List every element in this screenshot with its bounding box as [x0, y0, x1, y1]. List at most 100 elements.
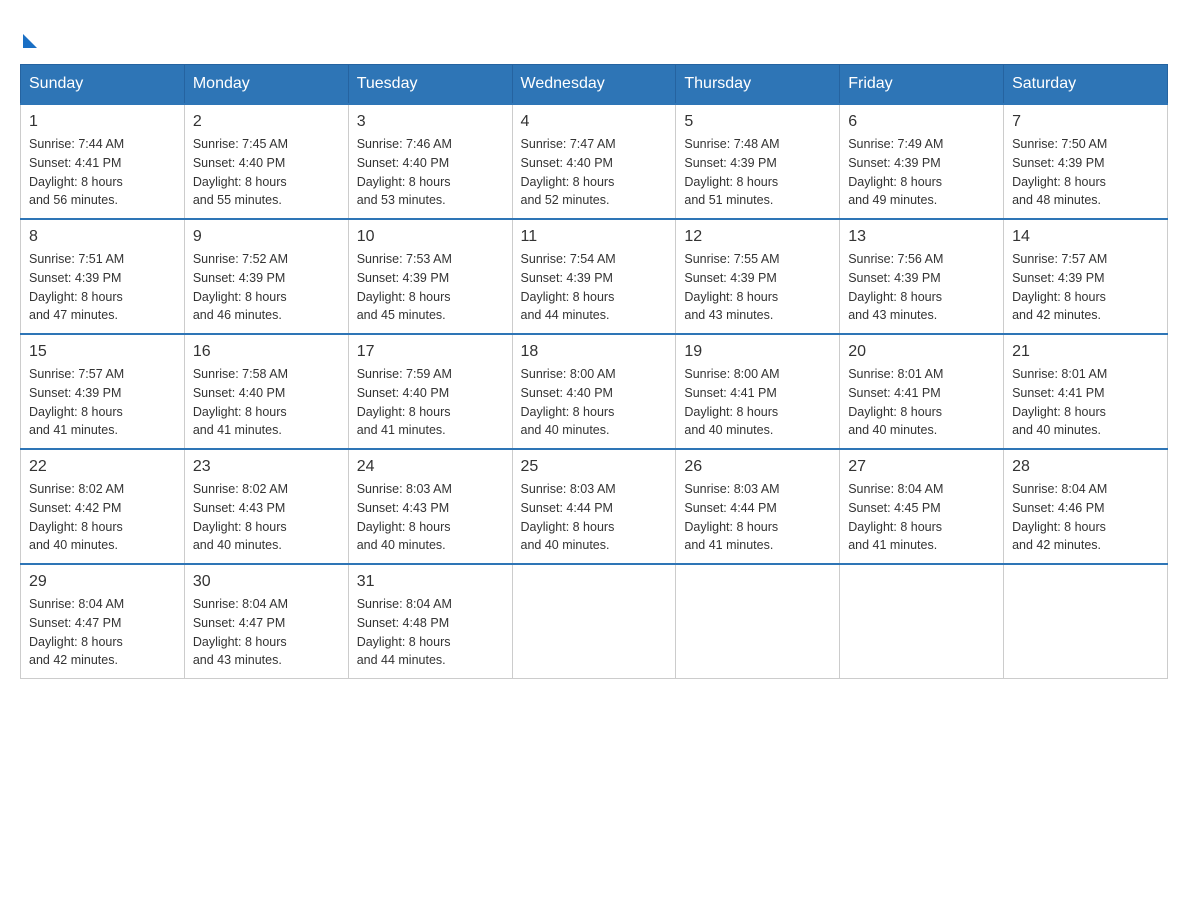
day-info: Sunrise: 7:57 AM Sunset: 4:39 PM Dayligh…: [1012, 250, 1159, 325]
day-of-week-header: Sunday: [21, 65, 185, 105]
day-info: Sunrise: 8:00 AM Sunset: 4:40 PM Dayligh…: [521, 365, 668, 440]
calendar-day-cell: 28 Sunrise: 8:04 AM Sunset: 4:46 PM Dayl…: [1004, 449, 1168, 564]
day-number: 8: [29, 228, 176, 246]
day-info: Sunrise: 8:04 AM Sunset: 4:46 PM Dayligh…: [1012, 480, 1159, 555]
calendar-day-cell: 30 Sunrise: 8:04 AM Sunset: 4:47 PM Dayl…: [184, 564, 348, 679]
calendar-day-cell: 16 Sunrise: 7:58 AM Sunset: 4:40 PM Dayl…: [184, 334, 348, 449]
calendar-header-row: SundayMondayTuesdayWednesdayThursdayFrid…: [21, 65, 1168, 105]
day-number: 24: [357, 458, 504, 476]
day-info: Sunrise: 7:57 AM Sunset: 4:39 PM Dayligh…: [29, 365, 176, 440]
day-info: Sunrise: 7:45 AM Sunset: 4:40 PM Dayligh…: [193, 135, 340, 210]
day-number: 19: [684, 343, 831, 361]
day-number: 17: [357, 343, 504, 361]
day-info: Sunrise: 7:52 AM Sunset: 4:39 PM Dayligh…: [193, 250, 340, 325]
calendar-week-row: 22 Sunrise: 8:02 AM Sunset: 4:42 PM Dayl…: [21, 449, 1168, 564]
calendar-day-cell: 6 Sunrise: 7:49 AM Sunset: 4:39 PM Dayli…: [840, 104, 1004, 219]
day-of-week-header: Saturday: [1004, 65, 1168, 105]
day-info: Sunrise: 7:51 AM Sunset: 4:39 PM Dayligh…: [29, 250, 176, 325]
day-of-week-header: Monday: [184, 65, 348, 105]
day-number: 23: [193, 458, 340, 476]
calendar-day-cell: [1004, 564, 1168, 679]
calendar-day-cell: 9 Sunrise: 7:52 AM Sunset: 4:39 PM Dayli…: [184, 219, 348, 334]
day-info: Sunrise: 7:53 AM Sunset: 4:39 PM Dayligh…: [357, 250, 504, 325]
calendar-day-cell: 8 Sunrise: 7:51 AM Sunset: 4:39 PM Dayli…: [21, 219, 185, 334]
day-info: Sunrise: 8:04 AM Sunset: 4:48 PM Dayligh…: [357, 595, 504, 670]
calendar-day-cell: 21 Sunrise: 8:01 AM Sunset: 4:41 PM Dayl…: [1004, 334, 1168, 449]
day-number: 10: [357, 228, 504, 246]
page-header: [20, 20, 1168, 48]
day-of-week-header: Friday: [840, 65, 1004, 105]
day-info: Sunrise: 7:54 AM Sunset: 4:39 PM Dayligh…: [521, 250, 668, 325]
calendar-day-cell: 18 Sunrise: 8:00 AM Sunset: 4:40 PM Dayl…: [512, 334, 676, 449]
day-number: 31: [357, 573, 504, 591]
day-number: 5: [684, 113, 831, 131]
day-info: Sunrise: 8:04 AM Sunset: 4:45 PM Dayligh…: [848, 480, 995, 555]
calendar-day-cell: 4 Sunrise: 7:47 AM Sunset: 4:40 PM Dayli…: [512, 104, 676, 219]
calendar-day-cell: 12 Sunrise: 7:55 AM Sunset: 4:39 PM Dayl…: [676, 219, 840, 334]
calendar-day-cell: [840, 564, 1004, 679]
day-info: Sunrise: 8:04 AM Sunset: 4:47 PM Dayligh…: [29, 595, 176, 670]
day-info: Sunrise: 8:03 AM Sunset: 4:43 PM Dayligh…: [357, 480, 504, 555]
calendar-day-cell: 29 Sunrise: 8:04 AM Sunset: 4:47 PM Dayl…: [21, 564, 185, 679]
calendar-day-cell: 5 Sunrise: 7:48 AM Sunset: 4:39 PM Dayli…: [676, 104, 840, 219]
day-number: 16: [193, 343, 340, 361]
calendar-day-cell: 27 Sunrise: 8:04 AM Sunset: 4:45 PM Dayl…: [840, 449, 1004, 564]
calendar-day-cell: 13 Sunrise: 7:56 AM Sunset: 4:39 PM Dayl…: [840, 219, 1004, 334]
day-number: 12: [684, 228, 831, 246]
day-info: Sunrise: 7:46 AM Sunset: 4:40 PM Dayligh…: [357, 135, 504, 210]
calendar-day-cell: 3 Sunrise: 7:46 AM Sunset: 4:40 PM Dayli…: [348, 104, 512, 219]
day-number: 22: [29, 458, 176, 476]
day-of-week-header: Thursday: [676, 65, 840, 105]
day-info: Sunrise: 8:01 AM Sunset: 4:41 PM Dayligh…: [848, 365, 995, 440]
calendar-day-cell: [676, 564, 840, 679]
day-of-week-header: Tuesday: [348, 65, 512, 105]
day-number: 21: [1012, 343, 1159, 361]
calendar-table: SundayMondayTuesdayWednesdayThursdayFrid…: [20, 64, 1168, 679]
calendar-day-cell: 26 Sunrise: 8:03 AM Sunset: 4:44 PM Dayl…: [676, 449, 840, 564]
calendar-day-cell: 10 Sunrise: 7:53 AM Sunset: 4:39 PM Dayl…: [348, 219, 512, 334]
day-number: 11: [521, 228, 668, 246]
day-number: 7: [1012, 113, 1159, 131]
day-info: Sunrise: 8:00 AM Sunset: 4:41 PM Dayligh…: [684, 365, 831, 440]
day-number: 3: [357, 113, 504, 131]
calendar-day-cell: 14 Sunrise: 7:57 AM Sunset: 4:39 PM Dayl…: [1004, 219, 1168, 334]
calendar-day-cell: 20 Sunrise: 8:01 AM Sunset: 4:41 PM Dayl…: [840, 334, 1004, 449]
day-number: 29: [29, 573, 176, 591]
day-info: Sunrise: 8:04 AM Sunset: 4:47 PM Dayligh…: [193, 595, 340, 670]
day-number: 25: [521, 458, 668, 476]
day-info: Sunrise: 7:47 AM Sunset: 4:40 PM Dayligh…: [521, 135, 668, 210]
calendar-day-cell: 19 Sunrise: 8:00 AM Sunset: 4:41 PM Dayl…: [676, 334, 840, 449]
day-number: 30: [193, 573, 340, 591]
day-info: Sunrise: 7:59 AM Sunset: 4:40 PM Dayligh…: [357, 365, 504, 440]
calendar-week-row: 8 Sunrise: 7:51 AM Sunset: 4:39 PM Dayli…: [21, 219, 1168, 334]
day-info: Sunrise: 8:03 AM Sunset: 4:44 PM Dayligh…: [521, 480, 668, 555]
day-info: Sunrise: 7:55 AM Sunset: 4:39 PM Dayligh…: [684, 250, 831, 325]
day-info: Sunrise: 7:56 AM Sunset: 4:39 PM Dayligh…: [848, 250, 995, 325]
calendar-day-cell: 22 Sunrise: 8:02 AM Sunset: 4:42 PM Dayl…: [21, 449, 185, 564]
day-number: 13: [848, 228, 995, 246]
day-number: 18: [521, 343, 668, 361]
calendar-day-cell: 1 Sunrise: 7:44 AM Sunset: 4:41 PM Dayli…: [21, 104, 185, 219]
day-number: 2: [193, 113, 340, 131]
day-info: Sunrise: 8:01 AM Sunset: 4:41 PM Dayligh…: [1012, 365, 1159, 440]
day-number: 28: [1012, 458, 1159, 476]
calendar-day-cell: 17 Sunrise: 7:59 AM Sunset: 4:40 PM Dayl…: [348, 334, 512, 449]
calendar-day-cell: 31 Sunrise: 8:04 AM Sunset: 4:48 PM Dayl…: [348, 564, 512, 679]
logo-triangle-icon: [23, 34, 37, 48]
calendar-week-row: 29 Sunrise: 8:04 AM Sunset: 4:47 PM Dayl…: [21, 564, 1168, 679]
logo: [20, 20, 37, 48]
day-info: Sunrise: 7:58 AM Sunset: 4:40 PM Dayligh…: [193, 365, 340, 440]
day-number: 26: [684, 458, 831, 476]
day-number: 6: [848, 113, 995, 131]
calendar-day-cell: 2 Sunrise: 7:45 AM Sunset: 4:40 PM Dayli…: [184, 104, 348, 219]
day-number: 27: [848, 458, 995, 476]
calendar-day-cell: 24 Sunrise: 8:03 AM Sunset: 4:43 PM Dayl…: [348, 449, 512, 564]
day-info: Sunrise: 7:48 AM Sunset: 4:39 PM Dayligh…: [684, 135, 831, 210]
day-of-week-header: Wednesday: [512, 65, 676, 105]
calendar-day-cell: 15 Sunrise: 7:57 AM Sunset: 4:39 PM Dayl…: [21, 334, 185, 449]
calendar-day-cell: 23 Sunrise: 8:02 AM Sunset: 4:43 PM Dayl…: [184, 449, 348, 564]
day-number: 4: [521, 113, 668, 131]
day-info: Sunrise: 7:49 AM Sunset: 4:39 PM Dayligh…: [848, 135, 995, 210]
day-number: 1: [29, 113, 176, 131]
day-info: Sunrise: 7:44 AM Sunset: 4:41 PM Dayligh…: [29, 135, 176, 210]
